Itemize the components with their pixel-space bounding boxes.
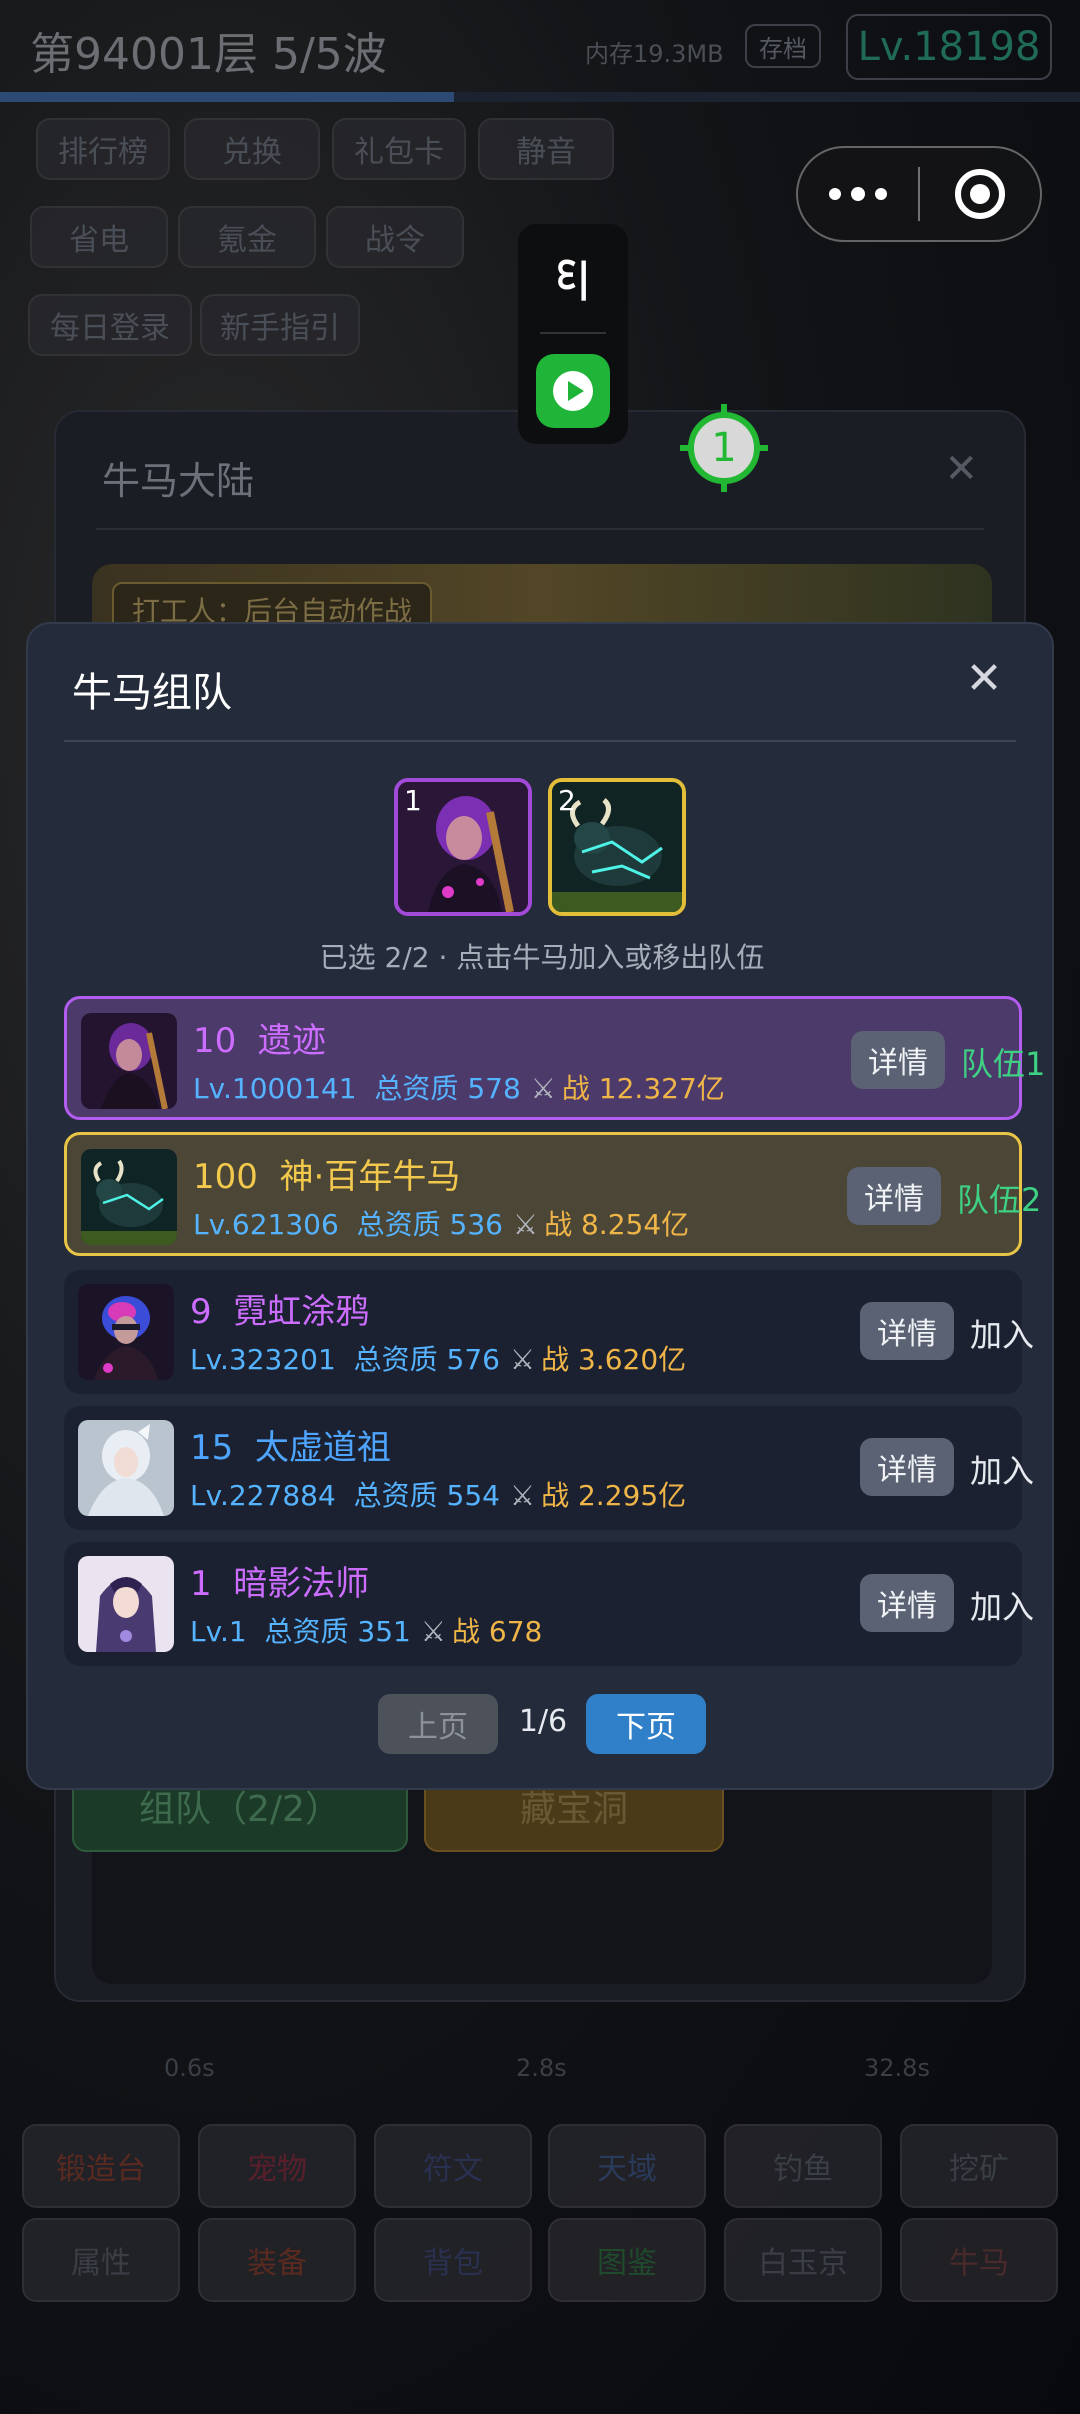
nav-forge[interactable]: 锻造台 xyxy=(22,2124,180,2208)
game-screen: 第94001层 5/5波 内存19.3MB 存档 Lv.18198 排行榜 兑换… xyxy=(0,0,1080,2414)
niuma-list-item[interactable]: 15 太虚道祖 Lv.227884 总资质 554 ⚔ 战 2.295亿 详情 加入 xyxy=(64,1406,1034,1530)
nav-backpack[interactable]: 背包 xyxy=(374,2218,532,2302)
niuma-list-item[interactable]: 100 神·百年牛马 Lv.621306 总资质 536 ⚔ 战 8.254亿 详情… xyxy=(64,1132,1041,1256)
tutorial-button[interactable]: 新手指引 xyxy=(200,294,360,356)
team-modal: 牛马组队 ✕ 1 2 已选 2/2 · 点击牛马加入或移出队伍 10 遗迹 Lv… xyxy=(26,622,1054,1790)
floating-toolbar: ᢄ| xyxy=(518,224,628,444)
punk-warrior-avatar-icon xyxy=(81,1013,177,1109)
crossed-swords-icon: ⚔ xyxy=(530,1072,556,1105)
nav-baiyujing[interactable]: 白玉京 xyxy=(724,2218,882,2302)
slot-number: 1 xyxy=(404,784,422,817)
nav-pets[interactable]: 宠物 xyxy=(198,2124,356,2208)
nav-runes[interactable]: 符文 xyxy=(374,2124,532,2208)
map-window-title: 牛马大陆 xyxy=(102,459,255,503)
detail-button[interactable]: 详情 xyxy=(860,1302,954,1360)
join-button[interactable]: 加入 xyxy=(970,1582,1034,1628)
team-status[interactable]: 队伍1 xyxy=(961,1039,1045,1085)
nav-attributes[interactable]: 属性 xyxy=(22,2218,180,2302)
player-level-badge: Lv.18198 xyxy=(846,14,1052,80)
wave-progress-fill xyxy=(0,92,454,102)
power-save-button[interactable]: 省电 xyxy=(30,206,168,268)
modal-title: 牛马组队 xyxy=(72,670,232,716)
team-slot-1[interactable]: 1 xyxy=(394,778,532,916)
nav-codex[interactable]: 图鉴 xyxy=(548,2218,706,2302)
divider xyxy=(540,332,606,334)
join-button[interactable]: 加入 xyxy=(970,1310,1034,1356)
save-button[interactable]: 存档 xyxy=(745,24,821,68)
niuma-name: 10 遗迹 xyxy=(193,1021,326,1061)
divider xyxy=(64,740,1016,742)
text-toggle-icon[interactable]: ᢄ| xyxy=(546,250,602,306)
nav-equipment[interactable]: 装备 xyxy=(198,2218,356,2302)
selection-info: 已选 2/2 · 点击牛马加入或移出队伍 xyxy=(319,941,765,974)
mini-program-capsule xyxy=(796,146,1042,242)
crosshair-target-icon[interactable]: 1 xyxy=(680,404,768,492)
nav-mining[interactable]: 挖矿 xyxy=(900,2124,1058,2208)
nav-niuma[interactable]: 牛马 xyxy=(900,2218,1058,2302)
divider xyxy=(96,528,984,530)
leaderboard-button[interactable]: 排行榜 xyxy=(36,118,170,180)
niuma-list-item[interactable]: 10 遗迹 Lv.1000141 总资质 578 ⚔ 战 12.327亿 详情 队伍… xyxy=(64,996,1045,1120)
niuma-list-item[interactable]: 1 暗影法师 Lv.1 总资质 351 ⚔ 战 678 详情 加入 xyxy=(64,1542,1034,1666)
next-page-button[interactable]: 下页 xyxy=(586,1694,706,1754)
crossed-swords-icon: ⚔ xyxy=(512,1208,539,1241)
shadow-mage-avatar-icon xyxy=(78,1556,174,1652)
mute-button[interactable]: 静音 xyxy=(478,118,614,180)
battle-pass-button[interactable]: 战令 xyxy=(326,206,464,268)
timer-label: 2.8s xyxy=(516,2054,567,2082)
glowing-bull-avatar-icon xyxy=(81,1149,177,1245)
detail-button[interactable]: 详情 xyxy=(847,1167,941,1225)
nav-sky-realm[interactable]: 天域 xyxy=(548,2124,706,2208)
niuma-name: 100 神·百年牛马 xyxy=(193,1157,461,1197)
crossed-swords-icon: ⚔ xyxy=(509,1479,536,1512)
crossed-swords-icon: ⚔ xyxy=(420,1615,446,1648)
team-status[interactable]: 队伍2 xyxy=(957,1175,1041,1221)
niuma-name: 9 霓虹涂鸦 xyxy=(190,1292,370,1332)
niuma-stats: Lv.1 总资质 351 ⚔ 战 678 xyxy=(190,1615,543,1648)
redeem-button[interactable]: 兑换 xyxy=(184,118,320,180)
niuma-name: 1 暗影法师 xyxy=(190,1564,370,1604)
slot-number: 2 xyxy=(558,784,576,817)
map-close-icon[interactable]: ✕ xyxy=(944,446,978,492)
memory-readout: 内存19.3MB xyxy=(585,40,724,68)
more-options-icon[interactable] xyxy=(798,146,918,242)
exit-mini-program-icon[interactable] xyxy=(920,146,1040,242)
pagination: 上页 1/6 下页 xyxy=(28,1694,1056,1754)
niuma-stats: Lv.1000141 总资质 578 ⚔ 战 12.327亿 xyxy=(193,1072,725,1105)
detail-button[interactable]: 详情 xyxy=(851,1031,945,1089)
pay-button[interactable]: 氪金 xyxy=(178,206,316,268)
page-indicator: 1/6 xyxy=(518,1704,568,1739)
floor-wave-title: 第94001层 5/5波 xyxy=(30,29,387,80)
detail-button[interactable]: 详情 xyxy=(860,1574,954,1632)
crossed-swords-icon: ⚔ xyxy=(509,1343,536,1376)
daily-login-button[interactable]: 每日登录 xyxy=(28,294,192,356)
play-icon[interactable] xyxy=(536,354,610,428)
team-slot-2[interactable]: 2 xyxy=(548,778,686,916)
timer-label: 32.8s xyxy=(864,2054,930,2082)
niuma-stats: Lv.621306 总资质 536 ⚔ 战 8.254亿 xyxy=(193,1208,690,1241)
join-button[interactable]: 加入 xyxy=(970,1446,1034,1492)
target-badge-number: 1 xyxy=(688,412,760,484)
nav-fishing[interactable]: 钓鱼 xyxy=(724,2124,882,2208)
close-icon[interactable]: ✕ xyxy=(960,653,1008,704)
niuma-stats: Lv.323201 总资质 576 ⚔ 战 3.620亿 xyxy=(190,1343,687,1376)
prev-page-button[interactable]: 上页 xyxy=(378,1694,498,1754)
timer-label: 0.6s xyxy=(164,2054,215,2082)
detail-button[interactable]: 详情 xyxy=(860,1438,954,1496)
niuma-stats: Lv.227884 总资质 554 ⚔ 战 2.295亿 xyxy=(190,1479,687,1512)
niuma-list-item[interactable]: 9 霓虹涂鸦 Lv.323201 总资质 576 ⚔ 战 3.620亿 详情 加入 xyxy=(64,1270,1034,1394)
gift-card-button[interactable]: 礼包卡 xyxy=(332,118,466,180)
neon-graffiti-avatar-icon xyxy=(78,1284,174,1380)
niuma-name: 15 太虚道祖 xyxy=(190,1428,391,1468)
taixu-daozu-avatar-icon xyxy=(78,1420,174,1516)
